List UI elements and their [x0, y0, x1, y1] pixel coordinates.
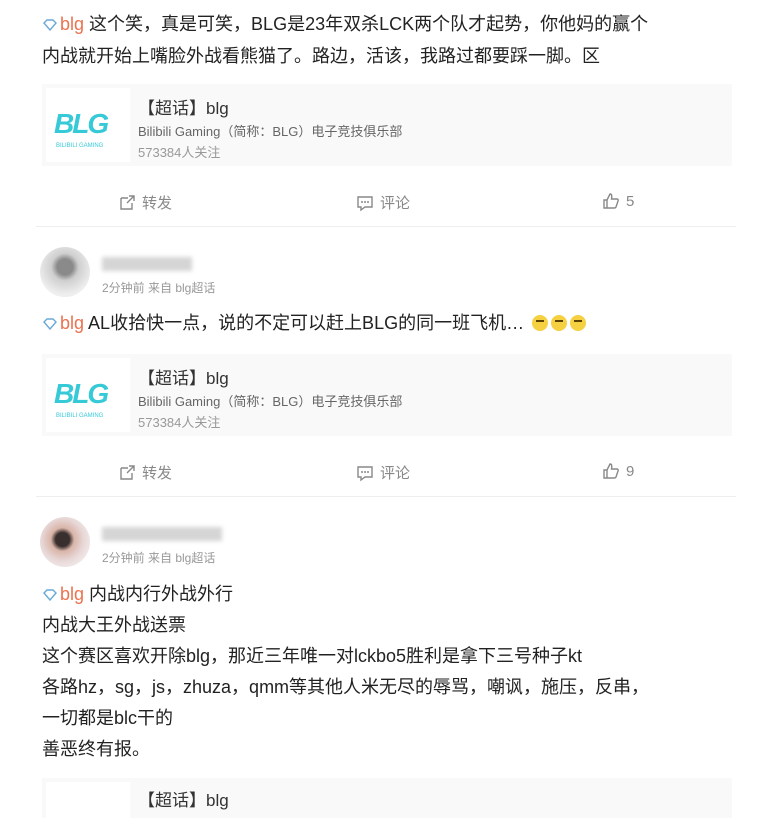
comment-icon: [357, 195, 373, 211]
avatar[interactable]: [40, 517, 90, 567]
like-button[interactable]: 9: [602, 462, 634, 480]
post-meta: 2分钟前 来自 blg超话: [102, 551, 216, 565]
repost-icon: [120, 464, 135, 480]
post-text-line: 善恶终有报。: [42, 739, 150, 759]
comment-button[interactable]: 评论: [356, 462, 410, 483]
topic-link[interactable]: blg: [42, 313, 84, 333]
card-desc: Bilibili Gaming（简称：BLG）电子竞技俱乐部: [138, 124, 403, 139]
topic-link[interactable]: blg: [42, 14, 84, 34]
diamond-icon: [43, 19, 57, 31]
emoji-icon: [532, 315, 549, 331]
post-text: blg 内战内行外战外行: [42, 579, 233, 609]
diamond-icon: [43, 318, 57, 330]
diamond-icon: [43, 589, 57, 601]
card-title: 【超话】blg: [138, 99, 229, 118]
comment-icon: [357, 465, 373, 481]
username-blurred[interactable]: [102, 527, 222, 541]
like-button[interactable]: 5: [602, 192, 634, 210]
repost-button[interactable]: 转发: [118, 192, 172, 213]
card-followers: 573384人关注: [138, 145, 221, 160]
blg-logo: BLG BILIBILI GAMING: [46, 88, 130, 162]
thumbs-up-icon: [603, 193, 619, 209]
card-followers: 573384人关注: [138, 415, 221, 430]
post-text-line: 这个赛区喜欢开除blg，那近三年唯一对lckbo5胜利是拿下三号种子kt: [42, 646, 583, 666]
avatar[interactable]: [40, 247, 90, 297]
action-bar: 转发 评论 5: [36, 182, 736, 227]
emoji-icon: [551, 315, 568, 331]
card-desc: Bilibili Gaming（简称：BLG）电子竞技俱乐部: [138, 394, 403, 409]
card-title: 【超话】blg: [138, 369, 229, 388]
comment-button[interactable]: 评论: [356, 192, 410, 213]
action-bar: 转发 评论 9: [36, 452, 736, 497]
post-text: blg 这个笑，真是可笑，BLG是23年双杀LCK两个队才起势，你他妈的赢个: [42, 9, 648, 39]
post-text-line: 内战就开始上嘴脸外战看熊猫了。路边，活该，我路过都要踩一脚。区: [42, 46, 600, 66]
post-text-line: 内战大王外战送票: [42, 615, 186, 635]
card-title: 【超话】blg: [138, 791, 229, 810]
topic-card[interactable]: BLG BILIBILI GAMING 【超话】blg Bilibili Gam…: [42, 84, 732, 166]
post-text: blg AL收拾快一点，说的不定可以赶上BLG的同一班飞机…: [42, 308, 587, 338]
username-blurred[interactable]: [102, 257, 192, 271]
blg-logo: [46, 782, 130, 818]
topic-link[interactable]: blg: [42, 584, 84, 604]
post-text-line: 一切都是blc干的: [42, 708, 174, 728]
repost-button[interactable]: 转发: [118, 462, 172, 483]
topic-card[interactable]: 【超话】blg: [42, 778, 732, 818]
topic-card[interactable]: BLG BILIBILI GAMING 【超话】blg Bilibili Gam…: [42, 354, 732, 436]
emoji-icon: [570, 315, 587, 331]
post-meta: 2分钟前 来自 blg超话: [102, 281, 216, 295]
post-text-line: 各路hz，sg，js，zhuza，qmm等其他人米无尽的辱骂，嘲讽，施压，反串，: [42, 677, 650, 697]
blg-logo: BLG BILIBILI GAMING: [46, 358, 130, 432]
repost-icon: [120, 194, 135, 210]
thumbs-up-icon: [603, 463, 619, 479]
